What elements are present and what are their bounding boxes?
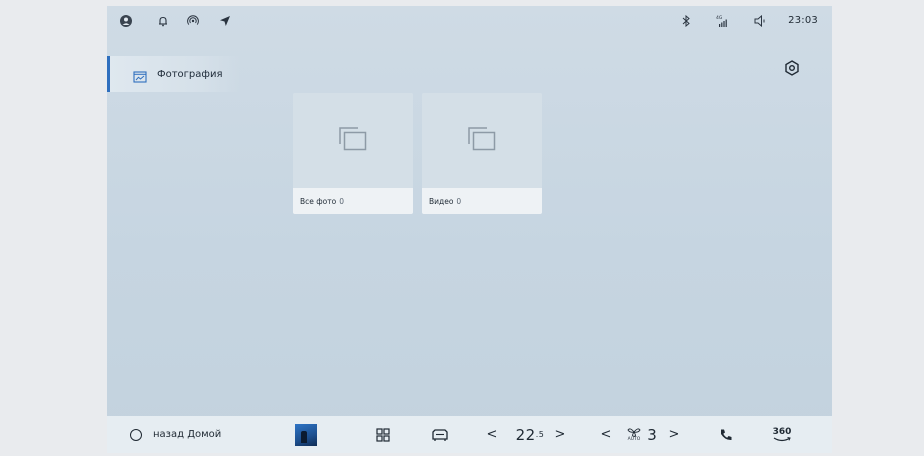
camera-360-button[interactable]: 360 xyxy=(770,416,794,453)
home-button[interactable] xyxy=(129,416,143,453)
apps-grid-icon[interactable] xyxy=(374,416,392,453)
photo-icon xyxy=(133,68,147,83)
home-label[interactable]: назад Домой xyxy=(153,416,233,453)
network-label: 4G xyxy=(716,15,723,21)
temperature-increase-button[interactable]: > xyxy=(553,416,567,453)
settings-icon[interactable] xyxy=(783,59,801,77)
clock: 23:03 xyxy=(788,15,818,26)
tile-count: 0 xyxy=(339,196,345,206)
fan-decrease-button[interactable]: < xyxy=(599,416,613,453)
media-thumbnail[interactable] xyxy=(294,416,318,453)
temperature-decrease-button[interactable]: < xyxy=(485,416,499,453)
hotspot-icon[interactable] xyxy=(185,13,201,29)
home-ring-icon xyxy=(130,428,142,441)
fan-level: 3 xyxy=(647,425,657,444)
fan-icon: AUTO xyxy=(622,416,646,453)
tile-thumbnail xyxy=(293,93,413,188)
tile-all-photos[interactable]: Все фото 0 xyxy=(293,93,413,214)
tile-caption: Все фото 0 xyxy=(293,188,413,214)
sidebar-item-label: Фотография xyxy=(157,68,223,80)
bluetooth-icon xyxy=(678,13,694,29)
bell-icon[interactable] xyxy=(155,13,171,29)
location-arrow-icon[interactable] xyxy=(217,13,233,29)
4g-signal-icon: 4G xyxy=(715,13,731,29)
tile-label: Все фото xyxy=(300,196,337,206)
infotainment-screen: 4G 23:03 Фотография Все фото 0 Видео 0 н… xyxy=(107,6,832,453)
bottom-bar: назад Домой < 22.5 > < AUTO 3 > 360 xyxy=(107,416,832,453)
temperature-decimal: .5 xyxy=(535,430,545,439)
tile-count: 0 xyxy=(456,196,462,206)
temperature-value: 22 xyxy=(515,425,536,444)
stacked-frames-icon xyxy=(338,126,368,156)
car-icon[interactable] xyxy=(430,416,450,453)
sidebar-item-photo[interactable]: Фотография xyxy=(107,56,240,92)
tile-video[interactable]: Видео 0 xyxy=(422,93,542,214)
tile-thumbnail xyxy=(422,93,542,188)
tile-caption: Видео 0 xyxy=(422,188,542,214)
status-bar: 4G 23:03 xyxy=(107,6,832,36)
phone-icon[interactable] xyxy=(717,416,735,453)
album-art xyxy=(295,423,317,446)
user-icon[interactable] xyxy=(118,13,134,29)
camera-360-label: 360 xyxy=(772,426,792,437)
fan-mode-label: AUTO xyxy=(627,437,641,442)
volume-icon[interactable] xyxy=(753,13,769,29)
tile-label: Видео xyxy=(429,196,454,206)
temperature-display: 22.5 xyxy=(507,416,553,453)
fan-increase-button[interactable]: > xyxy=(667,416,681,453)
rotate-arrow-icon xyxy=(773,436,791,441)
stacked-frames-icon xyxy=(467,126,497,156)
